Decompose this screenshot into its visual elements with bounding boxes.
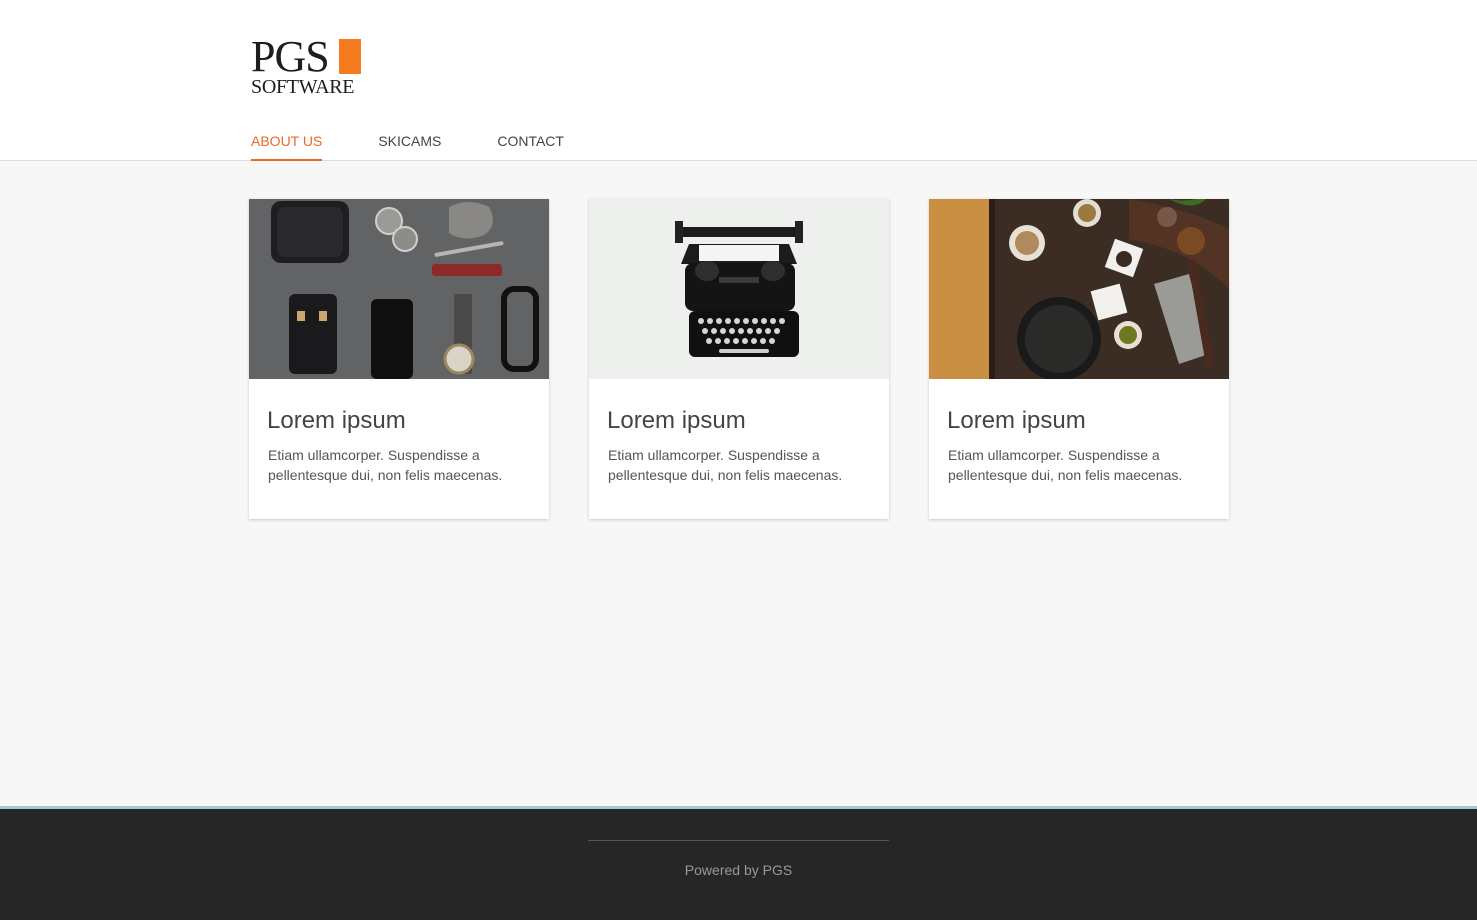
kitchen-spices-photo bbox=[929, 199, 1229, 379]
card-2[interactable]: Lorem ipsum Etiam ullamcorper. Suspendis… bbox=[589, 199, 889, 519]
logo-text-pgs: PGS bbox=[251, 32, 330, 81]
nav-item-contact[interactable]: CONTACT bbox=[497, 123, 564, 161]
card-description: Etiam ullamcorper. Suspendisse a pellent… bbox=[948, 447, 1183, 483]
card-description: Etiam ullamcorper. Suspendisse a pellent… bbox=[268, 447, 503, 483]
nav-item-skicams[interactable]: SKICAMS bbox=[378, 123, 441, 161]
logo-text-software: SOFTWARE bbox=[251, 76, 355, 98]
flat-lay-accessories-photo bbox=[249, 199, 549, 379]
card-title: Lorem ipsum bbox=[267, 407, 406, 434]
main-nav: ABOUT US SKICAMS CONTACT bbox=[251, 123, 620, 161]
card-3[interactable]: Lorem ipsum Etiam ullamcorper. Suspendis… bbox=[929, 199, 1229, 519]
footer-divider bbox=[588, 840, 889, 841]
card-grid: Lorem ipsum Etiam ullamcorper. Suspendis… bbox=[249, 199, 1229, 519]
site-header: PGS SOFTWARE ABOUT US SKICAMS CONTACT bbox=[0, 0, 1477, 161]
site-footer: Powered by PGS bbox=[0, 806, 1477, 920]
footer-powered-by: Powered by PGS bbox=[684, 862, 793, 878]
nav-item-about-us[interactable]: ABOUT US bbox=[251, 123, 323, 161]
card-title: Lorem ipsum bbox=[947, 407, 1086, 434]
card-1[interactable]: Lorem ipsum Etiam ullamcorper. Suspendis… bbox=[249, 199, 549, 519]
card-description: Etiam ullamcorper. Suspendisse a pellent… bbox=[608, 447, 843, 483]
typewriter-photo bbox=[589, 199, 889, 379]
card-title: Lorem ipsum bbox=[607, 407, 746, 434]
pgs-logo[interactable]: PGS SOFTWARE bbox=[251, 32, 363, 99]
logo-accent-square bbox=[339, 39, 361, 74]
